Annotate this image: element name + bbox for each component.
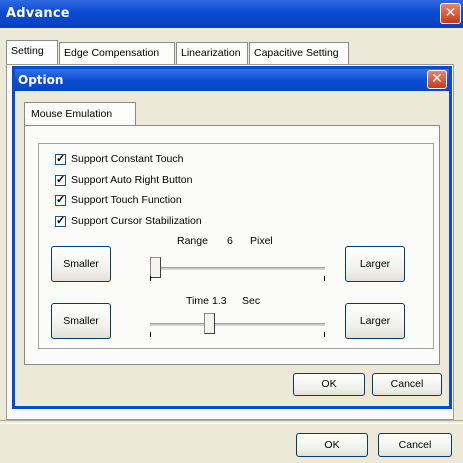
range-slider-track[interactable] [150, 267, 325, 271]
tab-setting[interactable]: Setting [6, 40, 58, 64]
tab-edge-compensation[interactable]: Edge Compensation [59, 42, 175, 64]
checkbox-box[interactable]: ✓ [55, 214, 66, 227]
tab-linearization[interactable]: Linearization [176, 42, 248, 64]
check-icon: ✓ [56, 173, 66, 186]
checkbox-support-touch-function[interactable]: ✓ Support Touch Function [55, 194, 182, 208]
range-value: 6 [227, 235, 233, 247]
advance-title-bar: Advance ✕ [0, 0, 463, 28]
time-slider-thumb[interactable] [204, 313, 216, 334]
time-smaller-button[interactable]: Smaller [51, 303, 111, 339]
check-icon: ✓ [56, 214, 66, 227]
option-close-button[interactable]: ✕ [427, 70, 447, 89]
time-larger-button[interactable]: Larger [345, 303, 405, 339]
checkbox-support-cursor-stabilization[interactable]: ✓ Support Cursor Stabilization [55, 215, 202, 229]
time-unit: Sec [242, 295, 261, 307]
range-unit: Pixel [250, 235, 273, 247]
checkbox-box[interactable]: ✓ [55, 173, 66, 186]
option-cancel-button[interactable]: Cancel [372, 373, 442, 396]
option-ok-button[interactable]: OK [293, 373, 365, 396]
check-icon: ✓ [56, 152, 66, 165]
range-tick-min [150, 276, 151, 281]
tab-mouse-emulation[interactable]: Mouse Emulation [24, 102, 136, 126]
advance-ok-button[interactable]: OK [296, 433, 368, 457]
range-smaller-button[interactable]: Smaller [51, 246, 111, 282]
time-label: Time [186, 295, 209, 307]
range-larger-button[interactable]: Larger [345, 246, 405, 282]
option-title: Option [18, 73, 64, 87]
checkbox-support-constant-touch[interactable]: ✓ Support Constant Touch [55, 153, 183, 167]
range-slider-thumb[interactable] [150, 257, 161, 278]
advance-cancel-button[interactable]: Cancel [378, 433, 452, 457]
option-dialog: Option ✕ Mouse Emulation ✓ Support Consta… [12, 66, 452, 409]
tab-capacitive-setting[interactable]: Capacitive Setting [249, 42, 349, 64]
range-label: Range [177, 235, 208, 247]
checkbox-box[interactable]: ✓ [55, 193, 66, 206]
advance-window: Advance ✕ Setting Edge Compensation Line… [0, 0, 463, 463]
checkbox-support-auto-right-button[interactable]: ✓ Support Auto Right Button [55, 174, 192, 188]
checkbox-box[interactable]: ✓ [55, 152, 66, 165]
button-separator [0, 420, 463, 424]
advance-title: Advance [6, 6, 70, 21]
time-tick-min [150, 332, 151, 337]
option-title-bar: Option ✕ [15, 69, 449, 91]
time-tick-max [324, 332, 325, 337]
advance-close-button[interactable]: ✕ [440, 3, 461, 24]
close-icon: ✕ [431, 71, 443, 87]
time-value: 1.3 [212, 295, 227, 307]
time-slider-track[interactable] [150, 323, 325, 327]
close-icon: ✕ [444, 5, 457, 21]
check-icon: ✓ [56, 193, 66, 206]
range-tick-max [324, 276, 325, 281]
